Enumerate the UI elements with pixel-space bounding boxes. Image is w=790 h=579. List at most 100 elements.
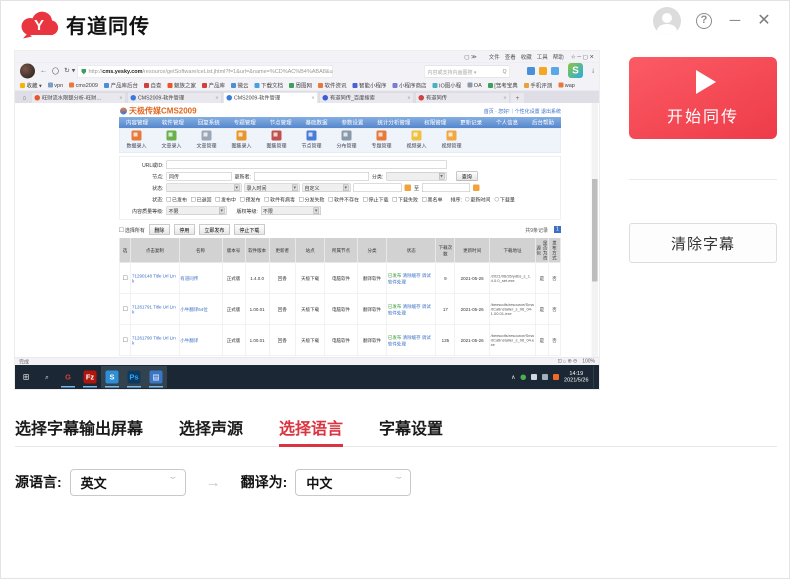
cms-record-count: 共9条记录	[525, 226, 548, 234]
cms-table-header: 名称	[179, 238, 222, 263]
browser-tab: CMS2009-软件管理×	[127, 92, 222, 103]
browser-scrollbar	[592, 103, 599, 357]
chevron-down-icon: ˇ	[170, 476, 176, 488]
browser-menu-item: 帮助	[553, 54, 564, 60]
browser-tab: 旺财流水限额分析-旺财…×	[31, 92, 126, 103]
cms-quality-select: 不限▾	[167, 207, 227, 216]
browser-menu-item: 文件	[489, 54, 500, 60]
cms-page-number: 1	[554, 226, 561, 233]
cms-url-label: URL或ID:	[124, 161, 164, 169]
browser-tab: 有道同传_百度搜索×	[319, 92, 414, 103]
cms-state-checkbox: 发布中	[216, 196, 237, 204]
cms-to-label: 至	[414, 184, 419, 192]
start-interpretation-button[interactable]: 开始同传	[629, 57, 777, 139]
new-tab-icon: +	[511, 93, 524, 103]
tab-select-language[interactable]: 选择语言	[279, 410, 343, 447]
cms-toolbar-item: 图集管理	[267, 131, 287, 151]
cms-sort-label: 排序:	[451, 196, 462, 204]
bookmark-item: 魅族之家	[167, 81, 196, 89]
minimize-icon[interactable]: ─	[727, 12, 743, 30]
cms-copyright-select: 不限▾	[261, 207, 321, 216]
cms-menu-item: 权限管理	[424, 119, 446, 127]
browser-nav-row: ←〇↻ ▾ http://cms.yesky.com/resource/getS…	[15, 63, 599, 80]
home-icon: ⌂	[18, 92, 31, 103]
cms-menu-item: 个人信息	[496, 119, 518, 127]
source-language-select[interactable]: 英文 ˇ	[70, 469, 186, 496]
tab-subtitle-settings[interactable]: 字幕设置	[379, 410, 443, 447]
cms-logo-icon	[120, 108, 127, 115]
taskbar-search-icon: ⌕	[37, 373, 57, 382]
browser-zoom-level: 100%	[582, 359, 595, 365]
cms-state-checkbox: 分发失败	[299, 196, 325, 204]
target-language-label: 翻译为:	[241, 472, 288, 492]
cms-node-input: 同传	[167, 172, 232, 181]
extension-icon	[539, 67, 547, 75]
tab-select-sound-source[interactable]: 选择声源	[179, 410, 243, 447]
language-selection-row: 源语言: 英文 ˇ → 翻译为: 中文 ˇ	[15, 467, 411, 497]
cms-toolbar-item: 文章录入	[162, 131, 182, 151]
bookmark-item: wap	[558, 82, 575, 88]
browser-status-bar: 完成 ⊡ ⌂ ⊕ ⊖ 100%	[15, 357, 599, 365]
browser-search-box: 内容或支持内画图搜 ▾ Q	[424, 66, 510, 78]
app-title: 有道同传	[66, 10, 150, 39]
tab-select-output-screen[interactable]: 选择字幕输出屏幕	[15, 410, 143, 447]
user-avatar[interactable]	[653, 7, 681, 35]
translate-arrow-icon: →	[206, 474, 221, 491]
cms-state-checkbox: 软件不存在	[329, 196, 360, 204]
taskbar-app-icon: Fz	[79, 366, 101, 388]
help-icon[interactable]: ?	[696, 13, 712, 29]
bookmark-item: 产品库	[202, 81, 225, 89]
cms-toolbar-item: 视频录入	[407, 131, 427, 151]
cms-states-label: 状态:	[124, 196, 164, 204]
cms-state-checkbox: 黑名单	[422, 196, 443, 204]
cms-sort-radio: 下载量	[494, 196, 515, 204]
cms-menu-item: 更新记录	[460, 119, 482, 127]
cms-header-links: 首页 · 您好!｜个性化设置 退出系统	[484, 107, 561, 115]
cms-table-header: 更新者	[269, 238, 295, 263]
chevron-down-icon: ˇ	[396, 476, 402, 488]
tray-volume-icon	[542, 374, 548, 380]
cms-state-checkbox: 预发布	[240, 196, 261, 204]
cms-state-checkbox: 软件有病毒	[265, 196, 296, 204]
browser-menu-row: ▢ ≫ 文件查看收藏工具帮助 ☆ ─ ▢ ✕	[15, 51, 599, 63]
browser-tab: 有道同传×	[415, 92, 510, 103]
cms-toolbar-item: 视频管理	[442, 131, 462, 151]
cms-table-header: 站点	[295, 238, 324, 263]
cms-table-header: 所属节点	[325, 238, 358, 263]
cms-menu-item: 回复系统	[198, 119, 220, 127]
url-protocol: http://	[89, 69, 103, 75]
target-language-select[interactable]: 中文 ˇ	[295, 469, 411, 496]
right-panel-divider	[629, 179, 777, 180]
browser-menu-item: 收藏	[521, 54, 532, 60]
cms-state-checkbox: 已退回	[191, 196, 212, 204]
close-icon[interactable]: ✕	[755, 11, 773, 31]
cms-table-row: 71290148 Title Url Link有道同传正式版1.4.0.0回香天…	[119, 263, 561, 294]
clear-subtitles-button[interactable]: 清除字幕	[629, 223, 777, 263]
browser-tabs: 旺财流水限额分析-旺财…×CMS2009-软件管理×CMS2009-软件管理×有…	[31, 92, 511, 103]
youdao-interpretation-window: Y 有道同传 ? ─ ✕ ▢ ≫ 文件查看收藏工具帮助 ☆ ─ ▢ ✕ ←〇↻ …	[0, 0, 790, 579]
cms-select-all: 选择所有	[125, 228, 145, 234]
url-path: /resource/getSoftwareIceList.jhtml?f=1&u…	[143, 69, 333, 75]
cms-menu-item: 统计分析管理	[377, 119, 410, 127]
browser-profile-avatar	[20, 64, 35, 79]
cms-action-button: 停用	[174, 225, 195, 235]
cloud-logo-icon: Y	[19, 9, 59, 39]
cms-menu-item: 专题管理	[234, 119, 256, 127]
calendar-icon	[405, 185, 412, 192]
cms-menu-item: 参数设置	[341, 119, 363, 127]
bookmark-item: 周图网	[289, 81, 312, 89]
bookmark-item: IO图小程	[432, 81, 461, 89]
browser-menu-prefix-icons: ▢ ≫	[464, 54, 476, 61]
tray-caret-icon: ∧	[511, 374, 515, 381]
cms-updater-label: 更新者:	[235, 173, 251, 181]
target-language-value: 中文	[306, 473, 332, 492]
tray-sogou-icon	[553, 374, 559, 380]
cms-toolbar-item: 文章管理	[197, 131, 217, 151]
cms-table-header: 选	[119, 238, 131, 263]
cms-table-header: 下载次数	[436, 238, 455, 263]
cms-state-checkbox: 下载失败	[393, 196, 419, 204]
browser-tabs-row: ⌂ 旺财流水限额分析-旺财…×CMS2009-软件管理×CMS2009-软件管理…	[15, 91, 599, 103]
cms-table-header: 分类	[357, 238, 386, 263]
bookmark-item: 自查	[144, 81, 162, 89]
start-button-label: 开始同传	[667, 103, 739, 127]
